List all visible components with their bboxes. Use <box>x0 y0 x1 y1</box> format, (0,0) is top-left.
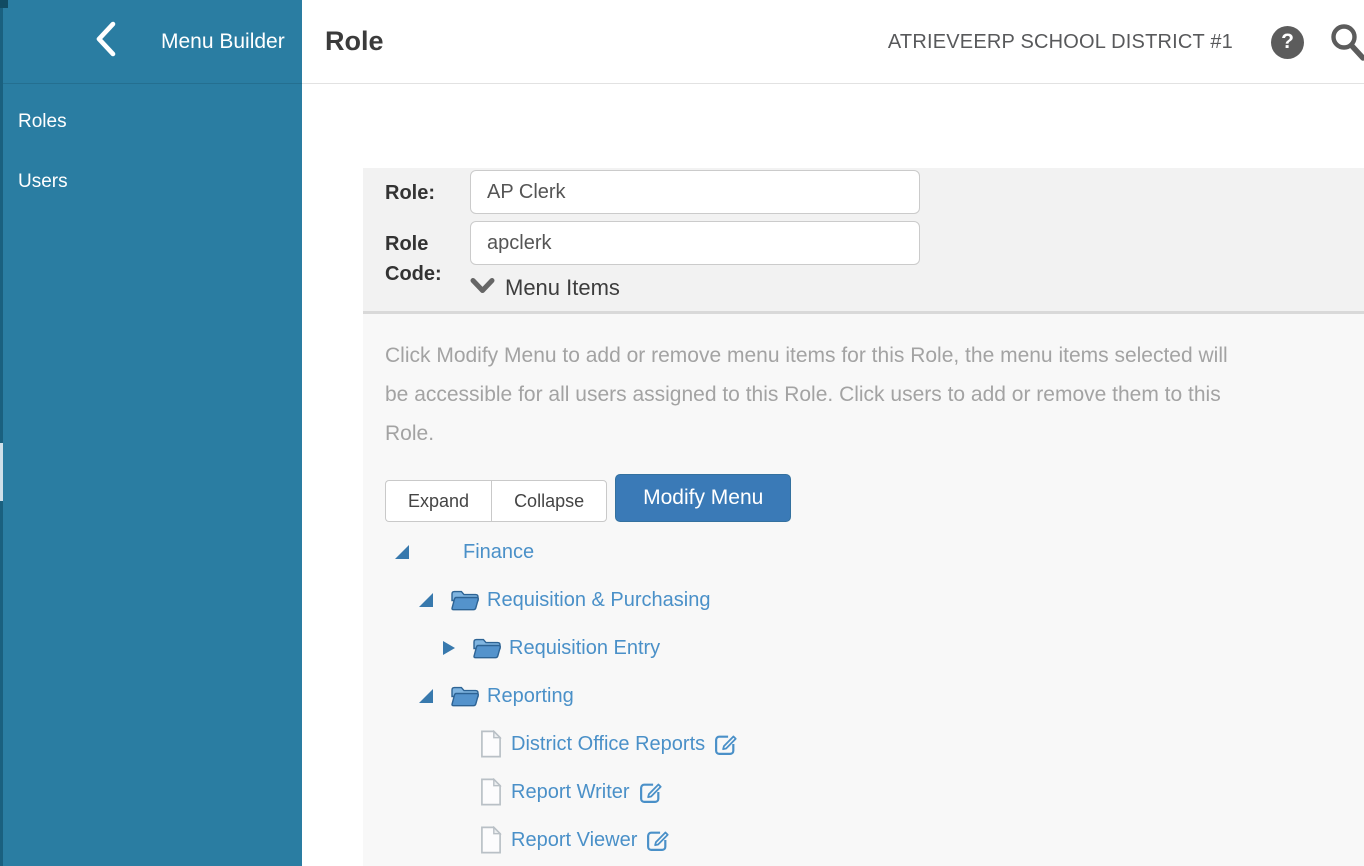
menu-items-section-toggle[interactable]: Menu Items <box>470 275 1364 301</box>
role-input[interactable] <box>470 170 920 214</box>
folder-icon <box>471 636 502 660</box>
tree-node-requisition-purchasing[interactable]: Requisition & Purchasing <box>385 576 1364 624</box>
edit-icon[interactable] <box>713 732 738 757</box>
top-bar: Role ATRIEVEERP SCHOOL DISTRICT #1 ? <box>302 0 1364 84</box>
role-row: Role: <box>385 170 1364 214</box>
modify-menu-button[interactable]: Modify Menu <box>615 474 791 522</box>
tree-node-label[interactable]: Report Viewer <box>511 829 637 852</box>
page-title: Role <box>325 26 384 57</box>
instructions-line: be accessible for all users assigned to … <box>385 375 1364 414</box>
instructions-line: Role. <box>385 414 1364 453</box>
role-form: Role: Role Code: Menu Items <box>363 168 1364 311</box>
sidebar: Menu Builder Roles Users <box>0 0 302 866</box>
sidebar-scroll-strip[interactable] <box>0 0 3 866</box>
arrow-spacer <box>443 737 457 751</box>
tree-node-label[interactable]: Reporting <box>487 685 574 708</box>
tree-node-label[interactable]: Report Writer <box>511 781 630 804</box>
sidebar-item-roles[interactable]: Roles <box>0 92 302 152</box>
tree-node-label[interactable]: Requisition Entry <box>509 637 660 660</box>
sidebar-corner-block <box>0 0 8 8</box>
role-code-input[interactable] <box>470 221 920 265</box>
toolbar: Expand Collapse Modify Menu <box>385 474 1364 522</box>
search-icon[interactable] <box>1330 20 1364 64</box>
sidebar-item-label: Users <box>18 171 68 193</box>
sidebar-header: Menu Builder <box>0 0 302 84</box>
collapse-arrow-icon[interactable] <box>395 545 409 559</box>
edit-icon[interactable] <box>645 828 670 853</box>
sidebar-item-label: Roles <box>18 111 67 133</box>
document-icon <box>479 730 503 758</box>
tree-node-report-viewer[interactable]: Report Viewer <box>385 816 1364 864</box>
tree-node-finance[interactable]: Finance <box>385 528 1364 576</box>
role-code-label: Role Code: <box>385 221 470 289</box>
sidebar-item-users[interactable]: Users <box>0 152 302 212</box>
collapse-arrow-icon[interactable] <box>419 689 433 703</box>
instructions-text: Click Modify Menu to add or remove menu … <box>385 336 1364 453</box>
menu-items-section: Click Modify Menu to add or remove menu … <box>363 314 1364 866</box>
sidebar-title: Menu Builder <box>161 30 285 54</box>
collapse-button[interactable]: Collapse <box>491 480 607 522</box>
chevron-down-icon <box>470 278 495 299</box>
sidebar-nav: Roles Users <box>0 84 302 212</box>
role-panel: Role: Role Code: Menu Items Click Modify… <box>363 168 1364 866</box>
document-icon <box>479 778 503 806</box>
menu-tree: Finance Requisition & Purchasing <box>385 528 1364 864</box>
tree-node-report-writer[interactable]: Report Writer <box>385 768 1364 816</box>
edit-icon[interactable] <box>638 780 663 805</box>
expand-button[interactable]: Expand <box>385 480 491 522</box>
sidebar-scroll-thumb[interactable] <box>0 443 3 501</box>
top-bar-right: ATRIEVEERP SCHOOL DISTRICT #1 ? <box>888 0 1364 84</box>
collapse-arrow-icon[interactable] <box>419 593 433 607</box>
expand-arrow-icon[interactable] <box>443 641 455 655</box>
main-area: Role ATRIEVEERP SCHOOL DISTRICT #1 ? Rol… <box>302 0 1364 866</box>
district-name: ATRIEVEERP SCHOOL DISTRICT #1 <box>888 31 1233 54</box>
arrow-spacer <box>443 785 457 799</box>
tree-node-label[interactable]: District Office Reports <box>511 733 705 756</box>
tree-node-district-office-reports[interactable]: District Office Reports <box>385 720 1364 768</box>
back-button[interactable] <box>93 20 119 63</box>
folder-icon <box>449 684 480 708</box>
expand-collapse-group: Expand Collapse <box>385 480 607 522</box>
tree-node-label[interactable]: Finance <box>463 541 534 564</box>
menu-items-section-label: Menu Items <box>505 275 620 301</box>
arrow-spacer <box>443 833 457 847</box>
role-label: Role: <box>385 170 470 214</box>
tree-node-reporting[interactable]: Reporting <box>385 672 1364 720</box>
folder-icon <box>449 588 480 612</box>
instructions-line: Click Modify Menu to add or remove menu … <box>385 336 1364 375</box>
tree-node-label[interactable]: Requisition & Purchasing <box>487 589 710 612</box>
help-icon[interactable]: ? <box>1271 26 1304 59</box>
document-icon <box>479 826 503 854</box>
tree-node-requisition-entry[interactable]: Requisition Entry <box>385 624 1364 672</box>
back-chevron-icon <box>93 20 119 63</box>
